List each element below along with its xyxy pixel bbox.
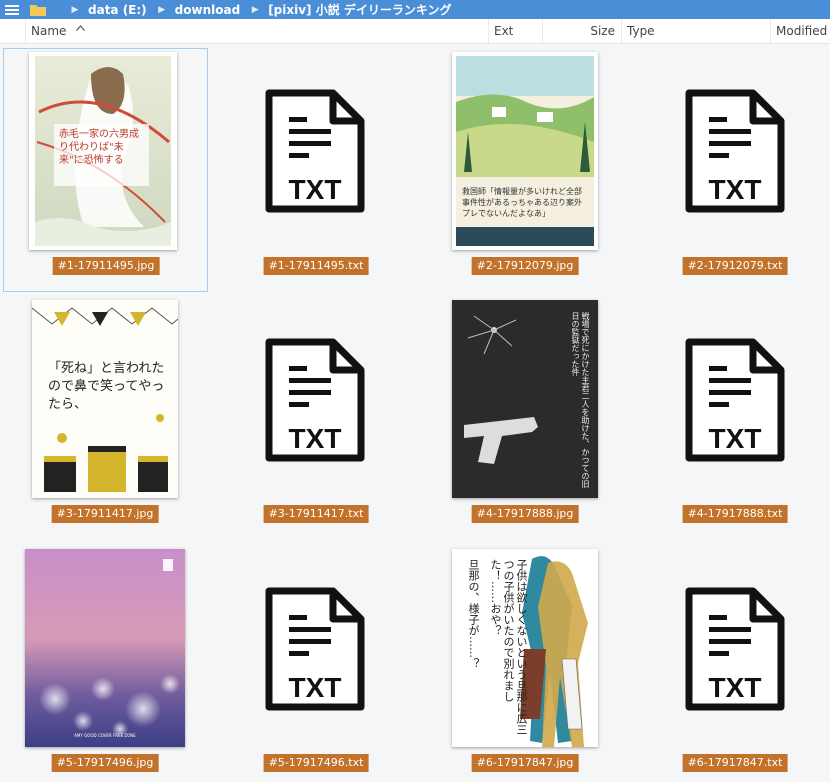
svg-text:TXT: TXT: [289, 672, 342, 703]
cover-illustration: [25, 549, 185, 747]
chevron-right-icon: ▶: [251, 4, 259, 15]
folder-icon: [30, 4, 46, 16]
cover-illustration: [456, 56, 594, 246]
txt-file-icon[interactable]: TXT: [263, 336, 367, 464]
column-size[interactable]: Size: [542, 19, 621, 43]
file-thumbnail-3-jpg[interactable]: 「死ね」と言われたので鼻で笑ってやったら、: [32, 300, 178, 498]
txt-file-icon[interactable]: TXT: [263, 585, 367, 713]
title-bar: ▶ data (E:) ▶ download ▶ [pixiv] 小説 デイリー…: [0, 0, 830, 19]
file-label-1-jpg[interactable]: #1-17911495.jpg: [52, 257, 160, 275]
svg-text:TXT: TXT: [709, 174, 762, 205]
file-thumbnail-2-jpg[interactable]: 救国師「情報量が多いけれど全部事件性があるっちゃある辺り案外プレでないんだよなあ…: [452, 52, 598, 250]
menu-icon[interactable]: [0, 0, 24, 19]
chevron-right-icon: ▶: [158, 4, 166, 15]
breadcrumb-download[interactable]: download: [175, 3, 241, 17]
column-name[interactable]: Name: [25, 19, 488, 43]
txt-file-icon[interactable]: TXT: [683, 585, 787, 713]
file-label-2-jpg[interactable]: #2-17912079.jpg: [471, 257, 579, 275]
column-type[interactable]: Type: [621, 19, 770, 43]
file-label-4-jpg[interactable]: #4-17917888.jpg: [471, 505, 579, 523]
file-label-1-txt[interactable]: #1-17911495.txt: [263, 257, 369, 275]
cover-title: 救国師「情報量が多いけれど全部事件性があるっちゃある辺り案外プレでないんだよなあ…: [462, 187, 582, 218]
txt-file-icon[interactable]: TXT: [683, 336, 787, 464]
svg-text:TXT: TXT: [289, 174, 342, 205]
cover-title: 赤毛一家の六男成り代わりば"未来"に恐怖する: [59, 129, 139, 166]
column-ext[interactable]: Ext: [488, 19, 542, 43]
file-label-3-jpg[interactable]: #3-17911417.jpg: [51, 505, 159, 523]
svg-text:TXT: TXT: [289, 423, 342, 454]
svg-text:TXT: TXT: [709, 672, 762, 703]
file-thumbnail-5-jpg[interactable]: AMY GOOD COVER FREE ZONE: [25, 549, 185, 747]
cover-title: 子供は欲しくないという旦那に広三つの子供がいたので別れました！……おや？: [489, 559, 528, 735]
cover-title: 「死ね」と言われたので鼻で笑ってやったら、: [48, 361, 165, 412]
file-thumbnail-4-jpg[interactable]: 戦場で死にかけた主君二人を助けた、かつての旧日の監獄だった件: [452, 300, 598, 498]
column-modified[interactable]: Modified: [770, 19, 830, 43]
file-label-6-txt[interactable]: #6-17917847.txt: [682, 754, 788, 772]
cover-title: 戦場で死にかけた主君二人を助けた、かつての旧日の監獄だった件: [571, 312, 590, 488]
chevron-right-icon: ▶: [71, 4, 79, 15]
file-label-4-txt[interactable]: #4-17917888.txt: [682, 505, 788, 523]
sort-ascending-icon: [76, 25, 85, 31]
file-label-3-txt[interactable]: #3-17911417.txt: [263, 505, 369, 523]
file-label-5-jpg[interactable]: #5-17917496.jpg: [51, 754, 159, 772]
cover-subtitle: 旦那の、様子が……？: [467, 559, 480, 669]
file-thumbnail-6-jpg[interactable]: 子供は欲しくないという旦那に広三つの子供がいたので別れました！……おや？ 旦那の…: [452, 549, 598, 747]
breadcrumb-current-folder[interactable]: [pixiv] 小説 デイリーランキング: [268, 1, 451, 18]
column-header: Name Ext Size Type Modified: [0, 19, 830, 44]
file-label-5-txt[interactable]: #5-17917496.txt: [263, 754, 369, 772]
txt-file-icon[interactable]: TXT: [263, 87, 367, 215]
file-label-2-txt[interactable]: #2-17912079.txt: [682, 257, 788, 275]
svg-text:TXT: TXT: [709, 423, 762, 454]
breadcrumb-drive[interactable]: data (E:): [88, 3, 147, 17]
file-thumbnail-1-jpg[interactable]: 赤毛一家の六男成り代わりば"未来"に恐怖する: [29, 52, 177, 250]
cover-caption: AMY GOOD COVER FREE ZONE: [74, 733, 136, 738]
txt-file-icon[interactable]: TXT: [683, 87, 787, 215]
file-label-6-jpg[interactable]: #6-17917847.jpg: [471, 754, 579, 772]
